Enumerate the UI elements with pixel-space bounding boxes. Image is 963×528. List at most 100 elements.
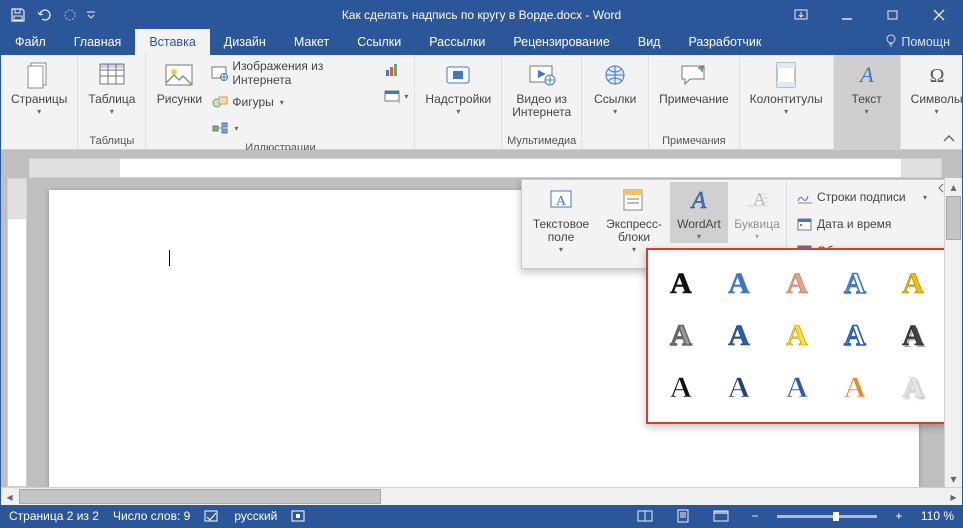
status-spellcheck[interactable] bbox=[204, 509, 220, 523]
collapse-ribbon-button[interactable] bbox=[940, 133, 958, 147]
tab-file[interactable]: Файл bbox=[1, 29, 60, 55]
wordart-style-wa-2[interactable]: A bbox=[712, 260, 766, 308]
redo-button[interactable] bbox=[59, 4, 81, 26]
vertical-ruler[interactable] bbox=[7, 178, 27, 487]
comment-button[interactable]: Примечание bbox=[653, 57, 734, 108]
ribbon-display-options-button[interactable] bbox=[778, 1, 824, 29]
status-page[interactable]: Страница 2 из 2 bbox=[9, 509, 99, 523]
wordart-style-wa-1[interactable]: A bbox=[654, 260, 708, 308]
table-button[interactable]: Таблица ▾ bbox=[82, 57, 141, 118]
view-read-mode-button[interactable] bbox=[633, 506, 657, 526]
tab-review[interactable]: Рецензирование bbox=[499, 29, 624, 55]
wordart-gallery: AAAAAAAAAAAAAAA bbox=[646, 248, 948, 424]
text-group-button[interactable]: A Текст ▾ bbox=[838, 57, 896, 118]
dropcap-button[interactable]: A Буквица ▾ bbox=[728, 182, 786, 243]
pages-button[interactable]: Страницы ▾ bbox=[5, 57, 73, 118]
headerfooter-button[interactable]: Колонтитулы ▾ bbox=[744, 57, 829, 118]
pictures-button[interactable]: Рисунки bbox=[150, 57, 208, 108]
chevron-down-icon: ▾ bbox=[923, 193, 927, 202]
tab-developer[interactable]: Разработчик bbox=[674, 29, 775, 55]
links-button[interactable]: Ссылки ▾ bbox=[586, 57, 644, 118]
wordart-style-wa-12[interactable]: A bbox=[712, 364, 766, 412]
scroll-thumb-h[interactable] bbox=[19, 489, 381, 504]
save-button[interactable] bbox=[7, 4, 29, 26]
wordart-style-wa-8[interactable]: A bbox=[770, 312, 824, 360]
tab-home[interactable]: Главная bbox=[60, 29, 136, 55]
zoom-level[interactable]: 110 % bbox=[921, 509, 954, 523]
online-pictures-button[interactable]: Изображения из Интернета bbox=[208, 57, 378, 89]
status-macro[interactable] bbox=[291, 509, 305, 523]
zoom-out-button[interactable]: − bbox=[747, 509, 763, 523]
addins-button[interactable]: Надстройки ▾ bbox=[419, 57, 497, 118]
wordart-style-wa-15[interactable]: A bbox=[886, 364, 940, 412]
svg-text:Ω: Ω bbox=[929, 65, 944, 87]
textbox-icon: A bbox=[545, 184, 577, 216]
tab-layout[interactable]: Макет bbox=[280, 29, 343, 55]
ribbon-tab-bar: Файл Главная Вставка Дизайн Макет Ссылки… bbox=[1, 29, 962, 55]
maximize-button[interactable] bbox=[870, 1, 916, 29]
wordart-style-wa-9[interactable]: A bbox=[828, 312, 882, 360]
wordart-style-wa-6[interactable]: A bbox=[654, 312, 708, 360]
scroll-down-button[interactable]: ▾ bbox=[945, 470, 962, 487]
chevron-down-icon: ▾ bbox=[110, 107, 114, 116]
wordart-button[interactable]: A WordArt ▾ bbox=[670, 182, 728, 243]
tab-insert[interactable]: Вставка bbox=[135, 29, 209, 55]
chevron-down-icon: ▾ bbox=[37, 107, 41, 116]
scroll-up-button[interactable]: ▴ bbox=[945, 178, 962, 195]
view-print-layout-button[interactable] bbox=[671, 506, 695, 526]
tab-references[interactable]: Ссылки bbox=[343, 29, 415, 55]
tab-design[interactable]: Дизайн bbox=[210, 29, 280, 55]
horizontal-scrollbar[interactable]: ◂ ▸ bbox=[1, 487, 962, 505]
addins-icon bbox=[442, 59, 474, 91]
smartart-button[interactable]: ▾ bbox=[208, 115, 378, 141]
signature-line-button[interactable]: Строки подписи ▾ bbox=[793, 184, 931, 210]
group-illustrations: Рисунки Изображения из Интернета Фигуры bbox=[146, 55, 415, 149]
chevron-down-icon: ▾ bbox=[935, 107, 939, 116]
wordart-style-wa-5[interactable]: A bbox=[886, 260, 940, 308]
document-scroll-area[interactable]: A Текстовое поле ▾ Экспресс-блоки ▾ A bbox=[1, 178, 962, 487]
text-cursor bbox=[169, 250, 170, 266]
wordart-style-wa-14[interactable]: A bbox=[828, 364, 882, 412]
tell-me-search[interactable]: Помощн bbox=[873, 29, 962, 55]
picture-icon bbox=[163, 59, 195, 91]
group-addins: Надстройки ▾ . bbox=[415, 55, 502, 149]
symbols-button[interactable]: Ω Символы ▾ bbox=[905, 57, 963, 118]
wordart-style-wa-10[interactable]: A bbox=[886, 312, 940, 360]
scroll-right-button[interactable]: ▸ bbox=[945, 488, 962, 505]
calendar-icon bbox=[797, 216, 813, 232]
word-window: Как сделать надпись по кругу в Ворде.doc… bbox=[0, 0, 963, 528]
status-language[interactable]: русский bbox=[234, 509, 277, 523]
close-button[interactable] bbox=[916, 1, 962, 29]
chevron-down-icon: ▾ bbox=[456, 107, 460, 116]
zoom-slider[interactable] bbox=[777, 515, 877, 518]
quickparts-button[interactable]: Экспресс-блоки ▾ bbox=[598, 182, 670, 256]
wordart-style-wa-4[interactable]: A bbox=[828, 260, 882, 308]
shapes-button[interactable]: Фигуры ▾ bbox=[208, 89, 378, 115]
scroll-thumb[interactable] bbox=[946, 196, 961, 240]
chevron-down-icon: ▾ bbox=[613, 107, 617, 116]
textbox-button[interactable]: A Текстовое поле ▾ bbox=[524, 182, 598, 256]
date-time-button[interactable]: Дата и время bbox=[793, 211, 931, 237]
status-word-count[interactable]: Число слов: 9 bbox=[113, 509, 190, 523]
online-video-button[interactable]: Видео из Интернета bbox=[506, 57, 577, 121]
wordart-style-wa-7[interactable]: A bbox=[712, 312, 766, 360]
undo-button[interactable] bbox=[33, 4, 55, 26]
view-web-layout-button[interactable] bbox=[709, 506, 733, 526]
wordart-style-wa-11[interactable]: A bbox=[654, 364, 708, 412]
tab-mailings[interactable]: Рассылки bbox=[415, 29, 499, 55]
tab-view[interactable]: Вид bbox=[624, 29, 675, 55]
chart-button[interactable] bbox=[382, 57, 410, 83]
zoom-slider-knob[interactable] bbox=[833, 512, 839, 521]
screenshot-button[interactable]: ▾ bbox=[382, 83, 410, 109]
qat-customize-dropdown[interactable] bbox=[85, 4, 97, 26]
wordart-style-wa-3[interactable]: A bbox=[770, 260, 824, 308]
ribbon: Страницы ▾ . Таблица ▾ Таблицы bbox=[1, 55, 962, 150]
chart-icon bbox=[384, 62, 400, 78]
zoom-in-button[interactable]: + bbox=[891, 509, 907, 523]
vertical-scrollbar[interactable]: ▴ ▾ bbox=[944, 178, 962, 487]
chevron-down-icon: ▾ bbox=[280, 98, 284, 107]
wordart-style-wa-13[interactable]: A bbox=[770, 364, 824, 412]
horizontal-ruler[interactable] bbox=[29, 158, 942, 178]
minimize-button[interactable] bbox=[824, 1, 870, 29]
scroll-left-button[interactable]: ◂ bbox=[1, 488, 18, 505]
